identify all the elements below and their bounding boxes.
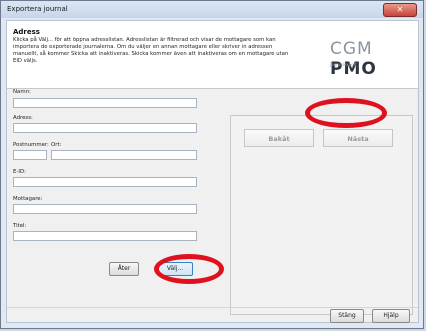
postnummer-label: Postnummer: — [13, 142, 49, 148]
header-area: Adress Klicka på Välj... för att öppna a… — [7, 21, 418, 89]
titel-field[interactable] — [13, 231, 197, 241]
ort-label: Ort: — [51, 142, 62, 148]
close-button[interactable]: Stäng — [330, 309, 364, 323]
cgm-pmo-logo: CGM PMO — [330, 39, 418, 79]
footer-bar: Stäng Hjälp — [7, 307, 418, 324]
address-label: Adress: — [13, 115, 33, 121]
titel-label: Titel: — [13, 223, 27, 229]
title-bar: Exportera journal ✕ — [1, 1, 423, 18]
section-description: Klicka på Välj... för att öppna adressli… — [13, 37, 289, 64]
close-window-button[interactable]: ✕ — [383, 3, 417, 17]
section-title: Adress — [13, 28, 40, 36]
close-icon: ✕ — [396, 5, 404, 14]
navigation-panel: Bakåt Nästa — [230, 115, 413, 315]
mottagare-label: Mottagare: — [13, 196, 43, 202]
mottagare-field[interactable] — [13, 204, 197, 214]
window-title: Exportera journal — [7, 5, 68, 13]
reset-button[interactable]: Åter — [109, 262, 139, 276]
name-field[interactable] — [13, 98, 197, 108]
address-field[interactable] — [13, 123, 197, 133]
next-button[interactable]: Nästa — [323, 129, 393, 147]
logo-cgm: CGM — [330, 39, 373, 59]
highlight-ring-next — [305, 98, 387, 128]
highlight-ring-choose — [154, 254, 224, 284]
ort-field[interactable] — [51, 150, 197, 160]
name-label: Namn: — [13, 89, 31, 95]
eid-field[interactable] — [13, 177, 197, 187]
postnummer-field[interactable] — [13, 150, 47, 160]
eid-label: E-ID: — [13, 169, 26, 175]
help-button[interactable]: Hjälp — [372, 309, 410, 323]
logo-subtitle: Journalexport — [330, 62, 357, 67]
back-button[interactable]: Bakåt — [244, 129, 314, 147]
